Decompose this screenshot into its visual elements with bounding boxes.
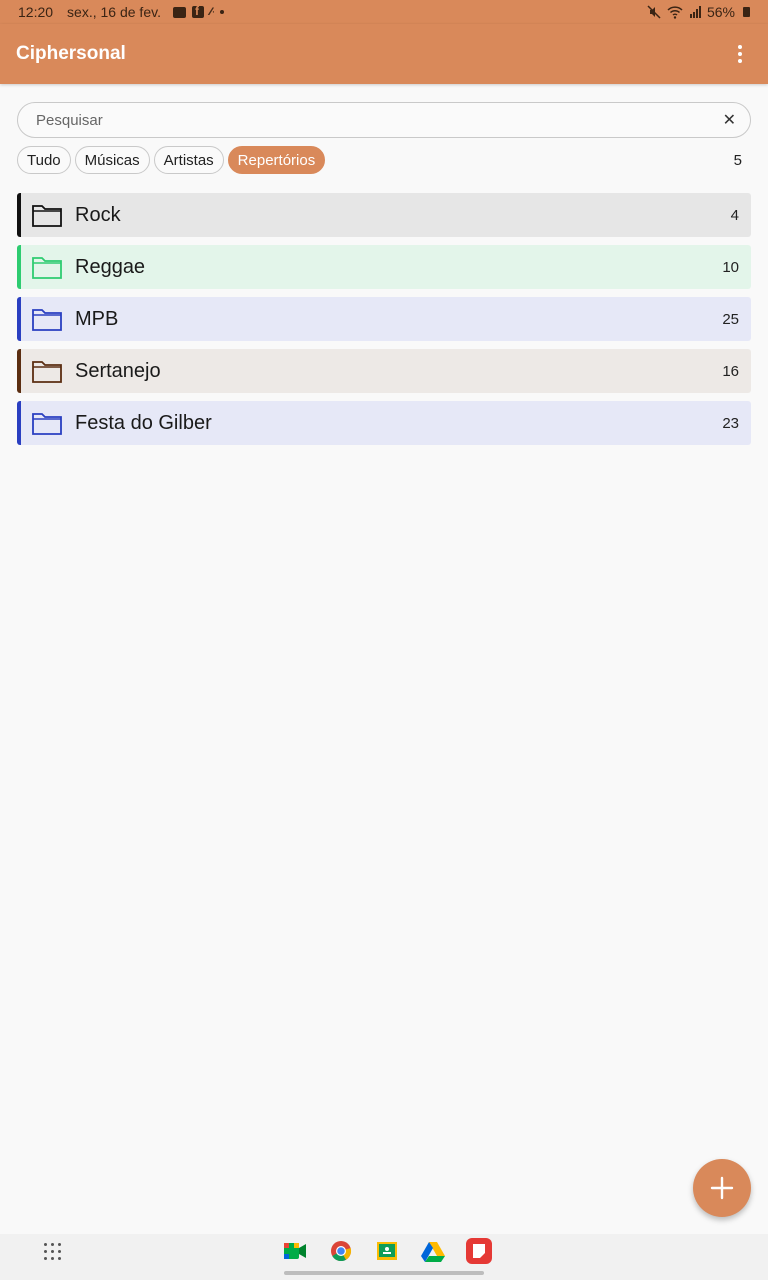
list-item[interactable]: Rock 4 bbox=[17, 193, 751, 237]
repertoire-name: Reggae bbox=[75, 255, 146, 278]
status-bar: 12:20 sex., 16 de fev. ⁄⁄· 56% bbox=[0, 0, 768, 24]
chip-tudo[interactable]: Tudo bbox=[17, 146, 71, 174]
folder-icon bbox=[32, 413, 62, 435]
close-icon[interactable]: ✕ bbox=[723, 110, 736, 130]
repertoire-name: Festa do Gilber bbox=[75, 411, 212, 434]
repertoire-name: MPB bbox=[75, 307, 119, 330]
list-item[interactable]: Sertanejo 16 bbox=[17, 349, 751, 393]
repertoire-count: 16 bbox=[722, 362, 739, 380]
battery-icon bbox=[743, 7, 750, 17]
meet-icon[interactable] bbox=[282, 1238, 308, 1264]
list-item[interactable]: Reggae 10 bbox=[17, 245, 751, 289]
repertoire-count: 25 bbox=[722, 310, 739, 328]
signal-notification-icon: ⁄⁄· bbox=[209, 6, 215, 18]
search-input[interactable] bbox=[36, 111, 723, 129]
list-item[interactable]: Festa do Gilber 23 bbox=[17, 401, 751, 445]
repertoire-count: 10 bbox=[722, 258, 739, 276]
drive-icon[interactable] bbox=[420, 1238, 446, 1264]
repertoire-name: Sertanejo bbox=[75, 359, 161, 382]
status-date: sex., 16 de fev. bbox=[67, 4, 161, 20]
home-indicator[interactable] bbox=[284, 1271, 484, 1275]
chip-artistas[interactable]: Artistas bbox=[153, 146, 224, 174]
repertoire-list: Rock 4 Reggae 10 MPB 25 Sertanejo 16 Fes… bbox=[17, 193, 751, 453]
gallery-notification-icon bbox=[172, 6, 186, 18]
folder-icon bbox=[32, 257, 62, 279]
more-vert-icon[interactable] bbox=[728, 39, 752, 69]
mute-icon bbox=[647, 5, 661, 19]
taskbar bbox=[0, 1234, 768, 1280]
add-repertoire-button[interactable] bbox=[693, 1159, 751, 1217]
filter-chips: Tudo Músicas Artistas Repertórios 5 bbox=[17, 146, 751, 174]
wifi-icon bbox=[667, 6, 683, 19]
app-dock bbox=[282, 1238, 492, 1264]
result-count: 5 bbox=[733, 151, 742, 169]
status-time: 12:20 bbox=[18, 4, 54, 20]
repertoire-count: 4 bbox=[730, 206, 739, 224]
cell-signal-icon bbox=[689, 6, 701, 18]
more-notifications-icon bbox=[220, 10, 225, 14]
classroom-icon[interactable] bbox=[374, 1238, 400, 1264]
list-item[interactable]: MPB 25 bbox=[17, 297, 751, 341]
chrome-icon[interactable] bbox=[328, 1238, 354, 1264]
plus-icon bbox=[710, 1176, 734, 1200]
app-bar: Ciphersonal bbox=[0, 24, 768, 84]
folder-icon bbox=[32, 361, 62, 383]
folder-icon bbox=[32, 205, 62, 227]
chip-repertorios[interactable]: Repertórios bbox=[227, 146, 326, 174]
facebook-notification-icon bbox=[191, 4, 204, 18]
apps-grid-icon[interactable] bbox=[44, 1243, 62, 1261]
app-title: Ciphersonal bbox=[16, 43, 126, 64]
chip-musicas[interactable]: Músicas bbox=[74, 146, 150, 174]
battery-percent: 56% bbox=[706, 4, 735, 20]
folder-icon bbox=[32, 309, 62, 331]
keep-icon[interactable] bbox=[466, 1238, 492, 1264]
repertoire-name: Rock bbox=[75, 203, 121, 226]
repertoire-count: 23 bbox=[722, 414, 739, 432]
search-bar: ✕ bbox=[17, 102, 751, 138]
